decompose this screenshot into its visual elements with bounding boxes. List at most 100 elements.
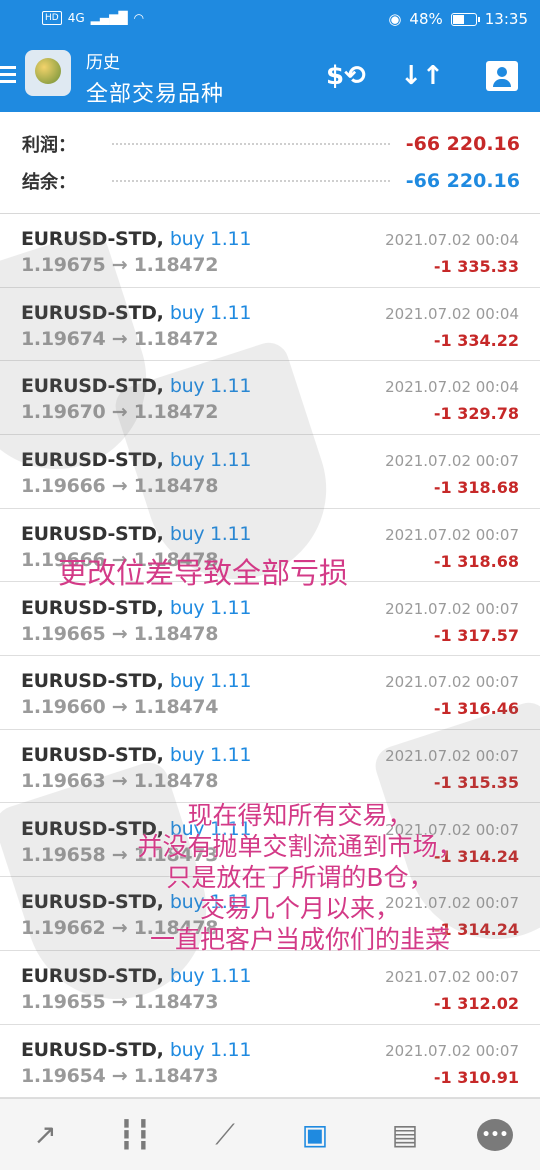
deal-profit: -1 316.46 [433, 699, 519, 719]
overlay-line: 交易几个月以来， [199, 894, 400, 923]
deal-prices: 1.19670 → 1.18472 [21, 401, 219, 424]
deal-profit: -1 334.22 [433, 330, 519, 350]
deal-symbol: EURUSD-STD, buy 1.11 [21, 228, 251, 250]
eye-icon: ◉ [388, 10, 402, 28]
deal-time: 2021.07.02 00:07 [385, 746, 519, 765]
profit-label: 利润： [22, 135, 76, 156]
deal-profit: -1 317.57 [433, 625, 519, 645]
hd-badge: HD [42, 11, 62, 25]
overlay-line: 并没有抛单交割流通到市场， [137, 832, 463, 861]
deal-profit: -1 312.02 [433, 994, 519, 1013]
deal-symbol: EURUSD-STD, buy 1.11 [21, 302, 251, 324]
status-right: ◉ 48% 13:35 [388, 10, 528, 28]
deal-symbol-name: EURUSD-STD, [21, 1038, 164, 1061]
bottom-nav: ↗ ┇┇ ⟋ ▣ ▤ ••• [0, 1098, 540, 1170]
deal-action: buy 1.11 [169, 965, 252, 987]
wifi-icon: ◠ [133, 11, 145, 25]
deal-time: 2021.07.02 00:07 [385, 673, 519, 692]
deal-action: buy 1.11 [169, 375, 252, 398]
page-title[interactable]: 全部交易品种 [86, 76, 224, 108]
deal-time: 2021.07.02 00:07 [385, 452, 519, 471]
signal-icon: ▂▄▆█ [90, 11, 128, 25]
overlay-line: 现在得知所有交易， [187, 801, 413, 830]
sort-arrows-icon[interactable]: ↓↑ [400, 58, 444, 94]
deal-action: buy 1.11 [169, 301, 252, 324]
deal-time: 2021.07.02 00:04 [385, 231, 519, 249]
network-label: 4G [67, 11, 85, 25]
battery-icon [450, 12, 480, 26]
deal-prices: 1.19665 → 1.18478 [21, 622, 219, 645]
deal-action: buy 1.11 [169, 670, 252, 693]
deal-row[interactable]: EURUSD-STD, buy 1.11 1.19654 → 1.18473 202… [0, 1024, 540, 1099]
deal-symbol-name: EURUSD-STD, [21, 301, 164, 324]
overlay-line: 只是放在了所谓的B仓， [166, 863, 434, 892]
profit-value: -66 220.16 [405, 133, 520, 155]
history-icon[interactable]: ▣ [270, 1099, 360, 1170]
page-subtitle: 历史 [86, 53, 120, 73]
deal-prices: 1.19663 → 1.18478 [21, 769, 219, 792]
menu-icon[interactable] [0, 66, 16, 83]
deal-time: 2021.07.02 00:04 [385, 304, 519, 323]
profit-row: 利润： -66 220.16 [22, 129, 520, 159]
deal-symbol: EURUSD-STD, buy 1.11 [21, 1039, 251, 1061]
deal-symbol: EURUSD-STD, buy 1.11 [21, 523, 251, 545]
deal-profit: -1 315.35 [433, 772, 519, 792]
deal-row[interactable]: EURUSD-STD, buy 1.11 1.19670 → 1.18472 202… [0, 361, 540, 435]
deal-row[interactable]: EURUSD-STD, buy 1.11 1.19660 → 1.18474 202… [0, 656, 540, 730]
balance-value: -66 220.16 [405, 170, 520, 192]
deal-prices: 1.19660 → 1.18474 [21, 696, 219, 719]
dots-divider [112, 180, 390, 182]
dots-divider [112, 143, 390, 145]
deal-profit: -1 318.68 [433, 551, 519, 571]
deal-symbol: EURUSD-STD, buy 1.11 [21, 375, 251, 397]
deal-prices: 1.19655 → 1.18473 [21, 991, 219, 1013]
deal-profit: -1 335.33 [433, 257, 519, 276]
status-bar: HD 4G ▂▄▆█ ◠ ◉ 48% 13:35 [0, 0, 540, 40]
deal-row[interactable]: EURUSD-STD, buy 1.11 1.19666 → 1.18478 202… [0, 435, 540, 509]
deal-prices: 1.19675 → 1.18472 [21, 254, 219, 276]
deal-action: buy 1.11 [169, 596, 252, 619]
deal-symbol-name: EURUSD-STD, [21, 522, 164, 545]
deal-symbol: EURUSD-STD, buy 1.11 [21, 449, 251, 471]
status-left: HD 4G ▂▄▆█ ◠ [42, 11, 144, 25]
deal-time: 2021.07.02 00:07 [385, 1041, 519, 1060]
deal-row[interactable]: EURUSD-STD, buy 1.11 1.19655 → 1.18473 202… [0, 951, 540, 1025]
balance-label: 结余： [22, 172, 76, 193]
deal-time: 2021.07.02 00:07 [385, 525, 519, 544]
deal-row[interactable]: EURUSD-STD, buy 1.11 1.19675 → 1.18472 202… [0, 214, 540, 288]
news-icon[interactable]: ▤ [360, 1099, 450, 1170]
deal-time: 2021.07.02 00:07 [385, 599, 519, 618]
deal-profit: -1 310.91 [433, 1067, 519, 1087]
quotes-icon[interactable]: ↗ [0, 1099, 90, 1170]
deal-time: 2021.07.02 00:07 [385, 968, 519, 986]
deal-row[interactable]: EURUSD-STD, buy 1.11 1.19674 → 1.18472 202… [0, 287, 540, 362]
deal-action: buy 1.11 [169, 743, 252, 766]
deal-symbol-name: EURUSD-STD, [21, 375, 164, 398]
deal-symbol: EURUSD-STD, buy 1.11 [21, 744, 251, 766]
battery-percent: 48% [409, 10, 443, 28]
overlay-line: 一直把客户当成你们的韭菜 [149, 925, 450, 954]
clock: 13:35 [484, 10, 528, 28]
deal-symbol-name: EURUSD-STD, [21, 965, 164, 987]
summary-panel: 利润： -66 220.16 结余： -66 220.16 [0, 112, 540, 214]
deal-action: buy 1.11 [169, 1038, 252, 1061]
deal-prices: 1.19654 → 1.18473 [21, 1064, 219, 1087]
deal-prices: 1.19674 → 1.18472 [21, 327, 219, 350]
chart-icon[interactable]: ┇┇ [90, 1099, 180, 1170]
deal-symbol-name: EURUSD-STD, [21, 449, 164, 472]
deal-symbol: EURUSD-STD, buy 1.11 [21, 965, 251, 987]
deal-symbol-name: EURUSD-STD, [21, 228, 164, 250]
dollar-sync-icon[interactable]: $⟲ [326, 58, 366, 94]
overlay-annotation-2: 现在得知所有交易， 并没有抛单交割流通到市场， 只是放在了所谓的B仓， 交易几个… [100, 800, 500, 955]
deal-symbol: EURUSD-STD, buy 1.11 [21, 597, 251, 619]
messages-icon[interactable]: ••• [450, 1099, 540, 1170]
balance-row: 结余： -66 220.16 [22, 166, 520, 196]
deal-row[interactable]: EURUSD-STD, buy 1.11 1.19663 → 1.18478 202… [0, 729, 540, 804]
deal-row[interactable]: EURUSD-STD, buy 1.11 1.19665 → 1.18478 202… [0, 582, 540, 656]
app-bar: 历史 全部交易品种 $⟲ ↓↑ [0, 40, 540, 112]
contact-icon[interactable] [482, 58, 522, 94]
deal-profit: -1 318.68 [433, 478, 519, 498]
trade-icon[interactable]: ⟋ [180, 1099, 270, 1170]
overlay-annotation-1: 更改位差导致全部亏损 [58, 556, 349, 590]
deal-action: buy 1.11 [169, 522, 252, 545]
